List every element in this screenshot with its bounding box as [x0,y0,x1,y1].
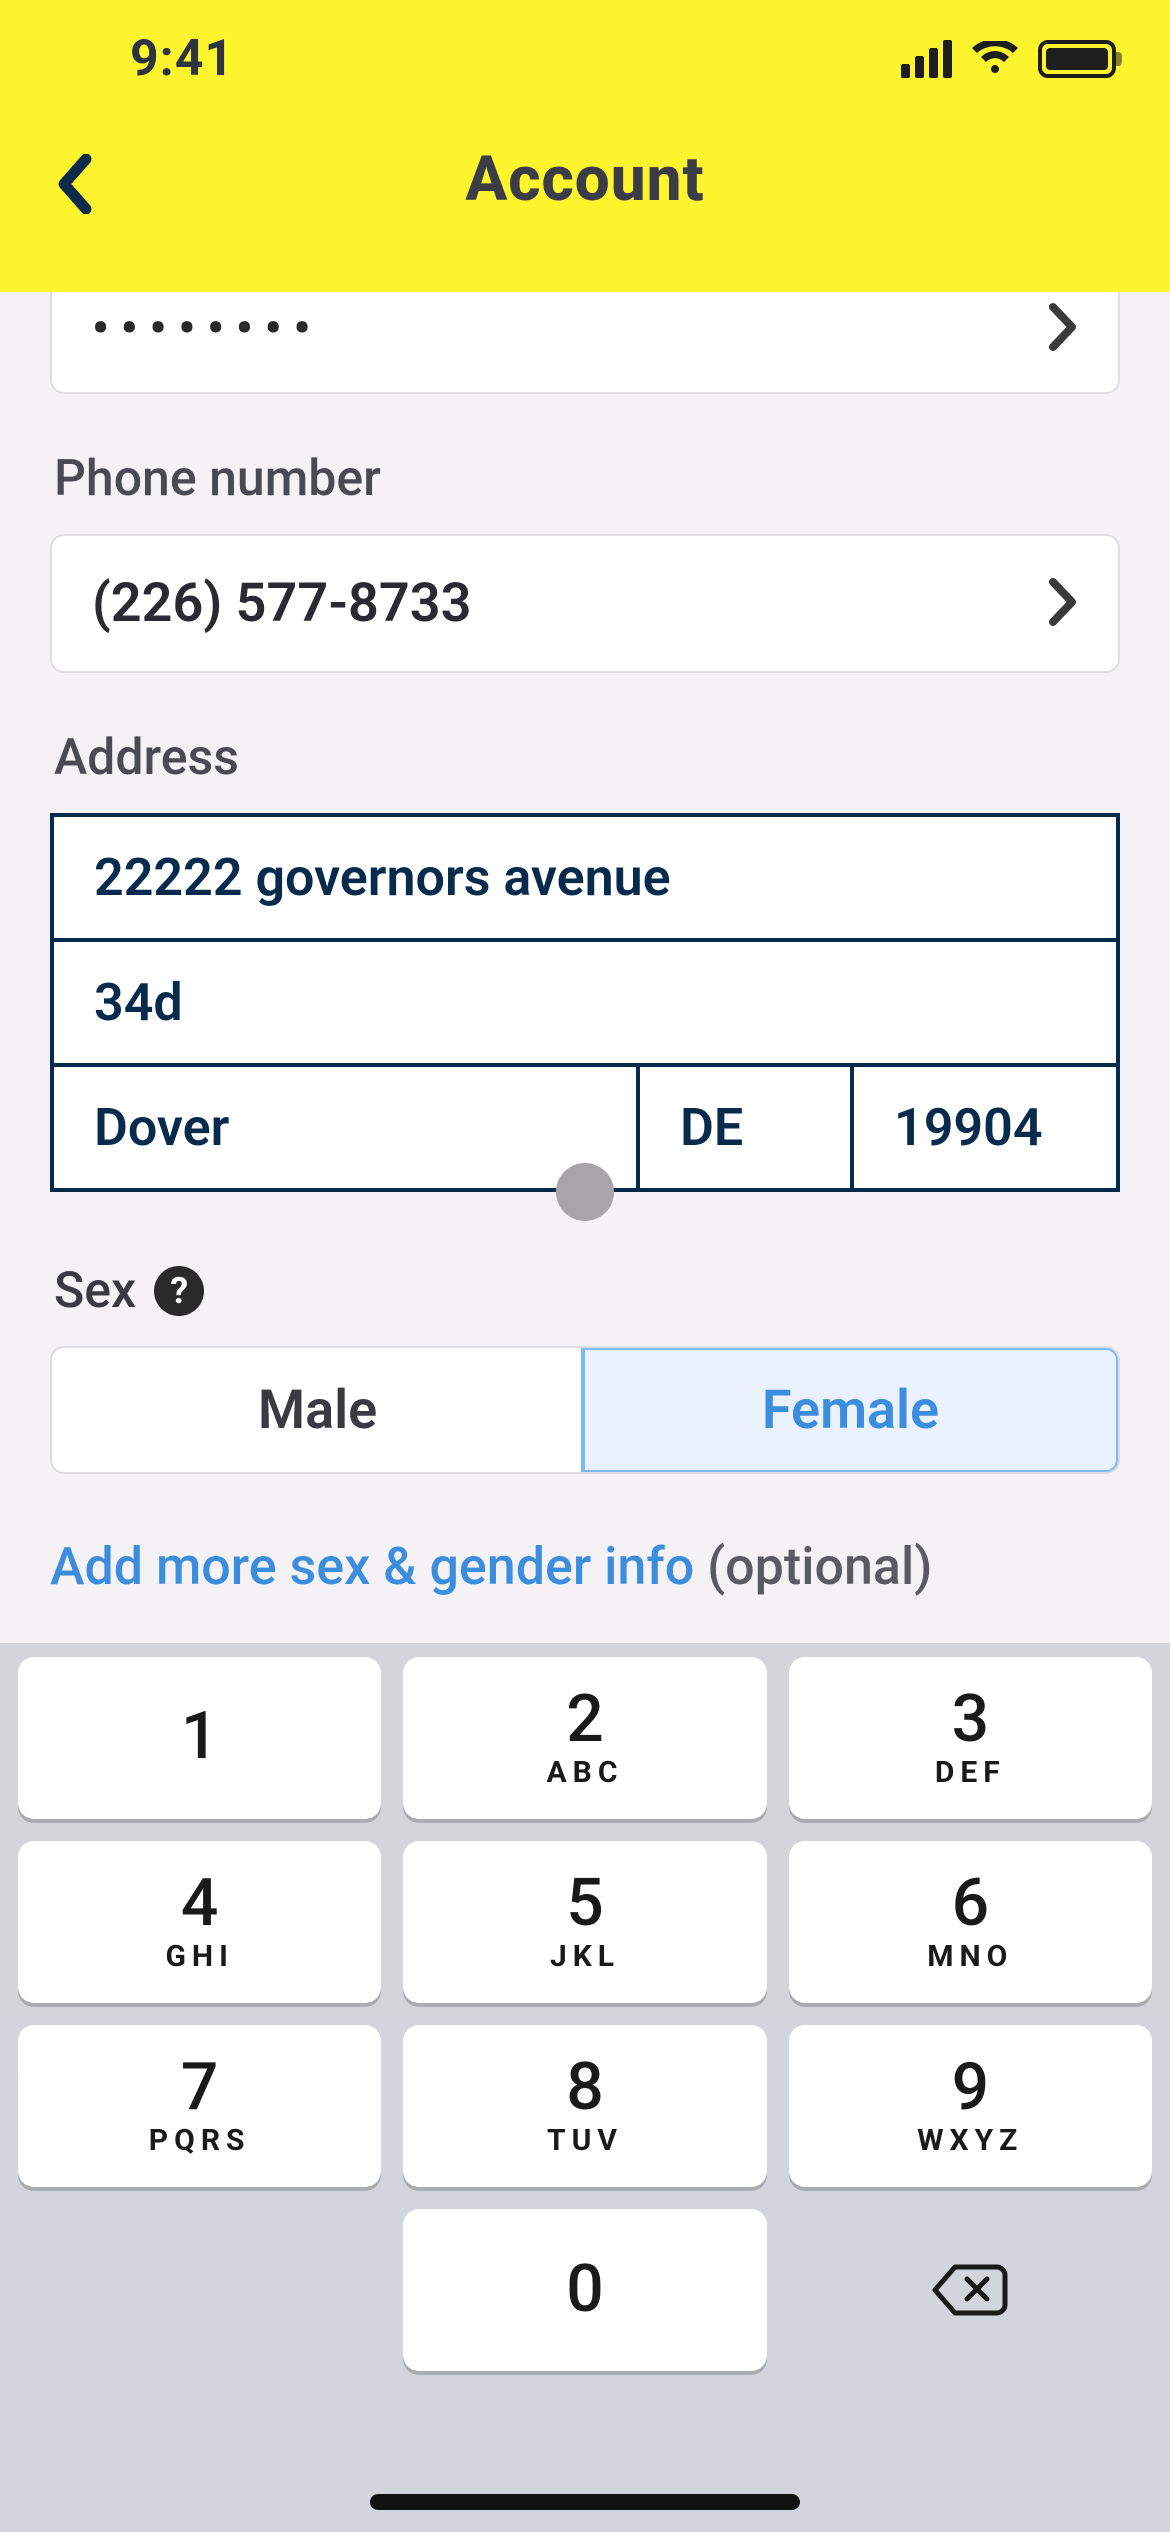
wifi-icon [970,41,1020,77]
back-button[interactable] [36,144,116,224]
key-5[interactable]: 5JKL [403,1841,766,2003]
chevron-right-icon [1048,302,1078,356]
address-zip-input[interactable]: 19904 [854,1063,1116,1188]
key-3[interactable]: 3DEF [789,1657,1152,1819]
sex-label: Sex [54,1262,136,1320]
key-1[interactable]: 1 [18,1657,381,1819]
drag-handle-dot [556,1163,614,1221]
key-letters: DEF [935,1755,1006,1790]
key-7[interactable]: 7PQRS [18,2025,381,2187]
status-time: 9:41 [130,30,234,88]
key-9[interactable]: 9WXYZ [789,2025,1152,2187]
key-letters: MNO [927,1939,1013,1974]
optional-text: (optional) [707,1536,932,1597]
sex-option-female[interactable]: Female [581,1346,1120,1474]
phone-value: (226) 577-8733 [92,572,471,635]
add-sex-gender-link[interactable]: Add more sex & gender info (optional) [50,1536,1120,1597]
chevron-left-icon [56,154,96,214]
key-digit: 4 [181,1871,219,1937]
key-digit: 2 [566,1687,604,1753]
help-icon[interactable]: ? [154,1266,204,1316]
cellular-icon [901,40,952,78]
key-digit: 7 [181,2055,219,2121]
key-letters: JKL [550,1939,620,1974]
key-letters: PQRS [149,2123,251,2158]
key-digit: 0 [566,2257,604,2323]
key-digit: 8 [566,2055,604,2121]
backspace-icon [931,2261,1009,2319]
key-6[interactable]: 6MNO [789,1841,1152,2003]
phone-row[interactable]: (226) 577-8733 [50,534,1120,673]
address-line2-input[interactable]: 34d [54,938,1116,1063]
key-digit: 6 [952,1871,990,1937]
key-digit: 5 [566,1871,604,1937]
password-row[interactable]: •••••••• [50,292,1120,394]
address-label: Address [54,729,1120,787]
battery-icon [1038,40,1116,78]
key-letters: TUV [547,2123,623,2158]
status-icons [901,40,1116,78]
key-letters: GHI [165,1939,233,1974]
key-letters: WXYZ [917,2123,1023,2158]
chevron-right-icon [1048,577,1078,631]
numeric-keyboard: 1 2ABC 3DEF 4GHI 5JKL 6MNO 7PQRS 8TUV 9W… [0,1643,1170,2532]
add-sex-gender-text: Add more sex & gender info [50,1536,707,1597]
key-8[interactable]: 8TUV [403,2025,766,2187]
key-2[interactable]: 2ABC [403,1657,766,1819]
home-indicator[interactable] [370,2494,800,2510]
address-city-input[interactable]: Dover [54,1063,640,1188]
sex-option-male[interactable]: Male [52,1348,583,1472]
page-title: Account [465,143,704,216]
key-blank [18,2209,381,2371]
key-digit: 3 [952,1687,990,1753]
key-backspace[interactable] [789,2209,1152,2371]
key-digit: 9 [952,2055,990,2121]
address-state-input[interactable]: DE [640,1063,854,1188]
address-block: 22222 governors avenue 34d Dover DE 1990… [50,813,1120,1192]
address-line1-input[interactable]: 22222 governors avenue [54,817,1116,938]
key-letters: ABC [547,1755,624,1790]
phone-label: Phone number [54,450,1120,508]
key-0[interactable]: 0 [403,2209,766,2371]
sex-segmented: Male Female [50,1346,1120,1474]
key-digit: 1 [181,1704,219,1770]
password-mask: •••••••• [92,302,322,356]
key-4[interactable]: 4GHI [18,1841,381,2003]
